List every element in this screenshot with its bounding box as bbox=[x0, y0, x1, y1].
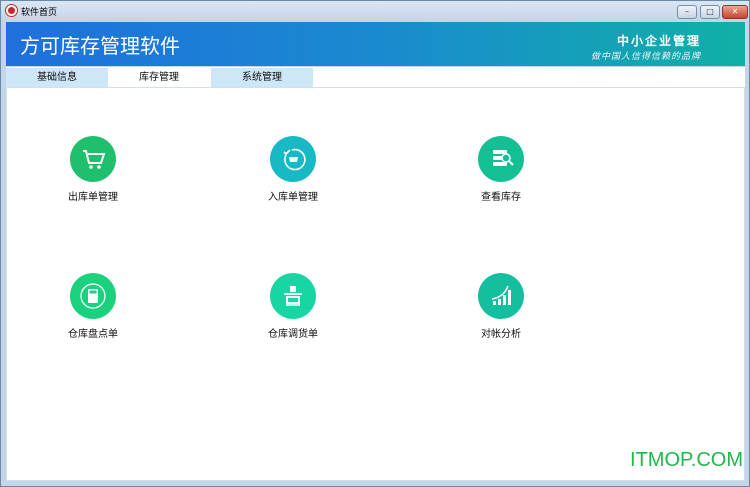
content-panel: 出库单管理 入库单管理 查看库存仓库盘点单 仓库调货单 对帐分析 bbox=[6, 87, 745, 481]
tile-1[interactable]: 出库单管理 bbox=[43, 136, 143, 203]
close-button[interactable]: ✕ bbox=[722, 5, 748, 19]
tab-bar: 基础信息 库存管理 系统管理 bbox=[6, 67, 745, 88]
tile-4[interactable]: 仓库盘点单 bbox=[43, 273, 143, 340]
title-bar: 软件首页 – □ ✕ bbox=[1, 1, 749, 21]
growth-chart-icon[interactable] bbox=[478, 273, 524, 319]
tile-label: 对帐分析 bbox=[481, 329, 521, 340]
transfer-icon[interactable] bbox=[270, 273, 316, 319]
calculator-icon[interactable] bbox=[70, 273, 116, 319]
minimize-button[interactable]: – bbox=[677, 5, 697, 19]
cart-refresh-icon[interactable] bbox=[270, 136, 316, 182]
app-logo-icon bbox=[6, 5, 17, 16]
tile-6[interactable]: 对帐分析 bbox=[451, 273, 551, 340]
watermark: ITMOP.COM bbox=[630, 449, 743, 471]
app-header: 方可库存管理软件 中小企业管理 做中国人信得信赖的品牌 bbox=[6, 22, 745, 66]
tile-label: 仓库调货单 bbox=[268, 329, 318, 340]
app-window: 软件首页 – □ ✕ 方可库存管理软件 中小企业管理 做中国人信得信赖的品牌 基… bbox=[0, 0, 750, 487]
tile-label: 查看库存 bbox=[481, 192, 521, 203]
tile-label: 仓库盘点单 bbox=[68, 329, 118, 340]
app-title: 方可库存管理软件 bbox=[20, 34, 180, 58]
database-search-icon[interactable] bbox=[478, 136, 524, 182]
tab-system[interactable]: 系统管理 bbox=[211, 68, 313, 88]
tile-label: 出库单管理 bbox=[68, 192, 118, 203]
window-title: 软件首页 bbox=[21, 8, 58, 18]
tile-3[interactable]: 查看库存 bbox=[451, 136, 551, 203]
slogan-main: 中小企业管理 bbox=[616, 34, 701, 48]
tile-label: 入库单管理 bbox=[268, 192, 318, 203]
tile-2[interactable]: 入库单管理 bbox=[243, 136, 343, 203]
maximize-button[interactable]: □ bbox=[700, 5, 720, 19]
shopping-cart-icon[interactable] bbox=[70, 136, 116, 182]
tile-5[interactable]: 仓库调货单 bbox=[243, 273, 343, 340]
tab-inventory[interactable]: 库存管理 bbox=[108, 68, 210, 88]
slogan-sub: 做中国人信得信赖的品牌 bbox=[590, 52, 701, 62]
tab-basic-info[interactable]: 基础信息 bbox=[6, 68, 108, 88]
